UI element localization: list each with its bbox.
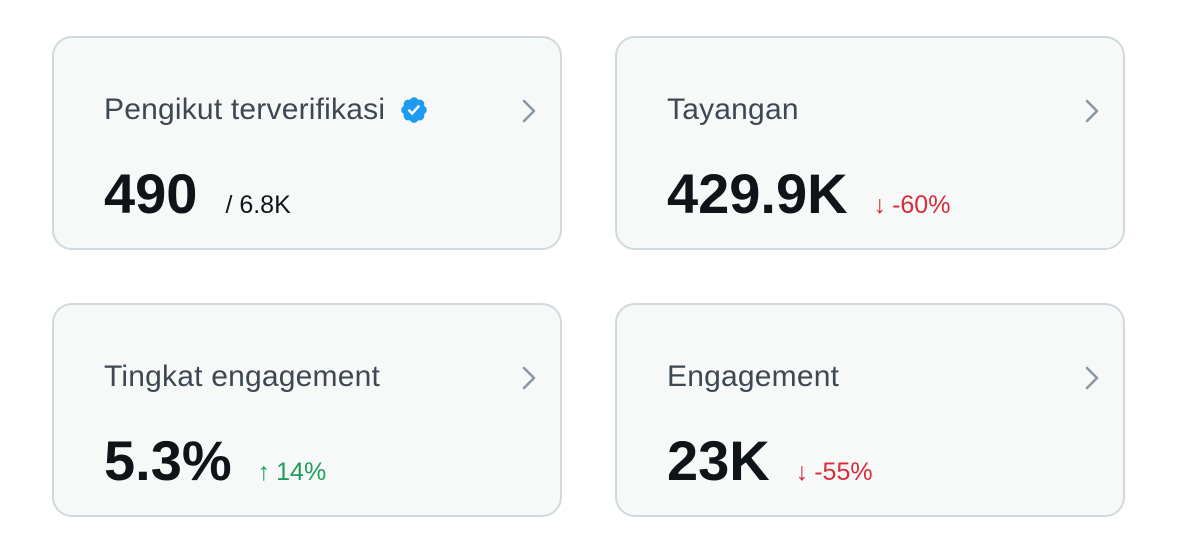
card-header: Engagement: [667, 357, 839, 397]
change-indicator: ↓ -55%: [796, 458, 873, 487]
change-indicator: ↑ 14%: [258, 458, 327, 487]
card-header: Tayangan: [667, 90, 799, 130]
change-value: 14%: [276, 458, 327, 486]
card-header: Pengikut terverifikasi: [104, 90, 429, 130]
card-label: Engagement: [667, 360, 840, 393]
chevron-right-icon[interactable]: [1083, 96, 1101, 126]
chevron-right-icon[interactable]: [1083, 363, 1101, 393]
arrow-down-icon: ↓: [795, 458, 809, 486]
verified-followers-count: 490: [104, 162, 198, 225]
change-value: -55%: [814, 458, 873, 486]
card-values: 429.9K ↓ -60%: [667, 158, 950, 230]
total-followers: / 6.8K: [225, 191, 291, 219]
engagements-value: 23K: [667, 429, 770, 492]
card-label: Tingkat engagement: [104, 360, 381, 393]
verified-badge-icon: [401, 97, 427, 123]
arrow-down-icon: ↓: [873, 191, 887, 219]
card-label: Tayangan: [667, 93, 799, 126]
engagements-card[interactable]: Engagement 23K ↓ -55%: [615, 303, 1125, 517]
verified-followers-card[interactable]: Pengikut terverifikasi 490 / 6.8K: [52, 36, 562, 250]
engagement-rate-value: 5.3%: [104, 429, 232, 492]
impressions-value: 429.9K: [667, 162, 848, 225]
arrow-up-icon: ↑: [257, 458, 271, 486]
card-header: Tingkat engagement: [104, 357, 380, 397]
chevron-right-icon[interactable]: [520, 96, 538, 126]
change-indicator: ↓ -60%: [874, 191, 951, 220]
chevron-right-icon[interactable]: [520, 363, 538, 393]
card-values: 5.3% ↑ 14%: [104, 425, 326, 497]
card-values: 490 / 6.8K: [104, 158, 291, 230]
card-label: Pengikut terverifikasi: [104, 93, 386, 126]
change-value: -60%: [892, 191, 951, 219]
engagement-rate-card[interactable]: Tingkat engagement 5.3% ↑ 14%: [52, 303, 562, 517]
card-values: 23K ↓ -55%: [667, 425, 873, 497]
impressions-card[interactable]: Tayangan 429.9K ↓ -60%: [615, 36, 1125, 250]
